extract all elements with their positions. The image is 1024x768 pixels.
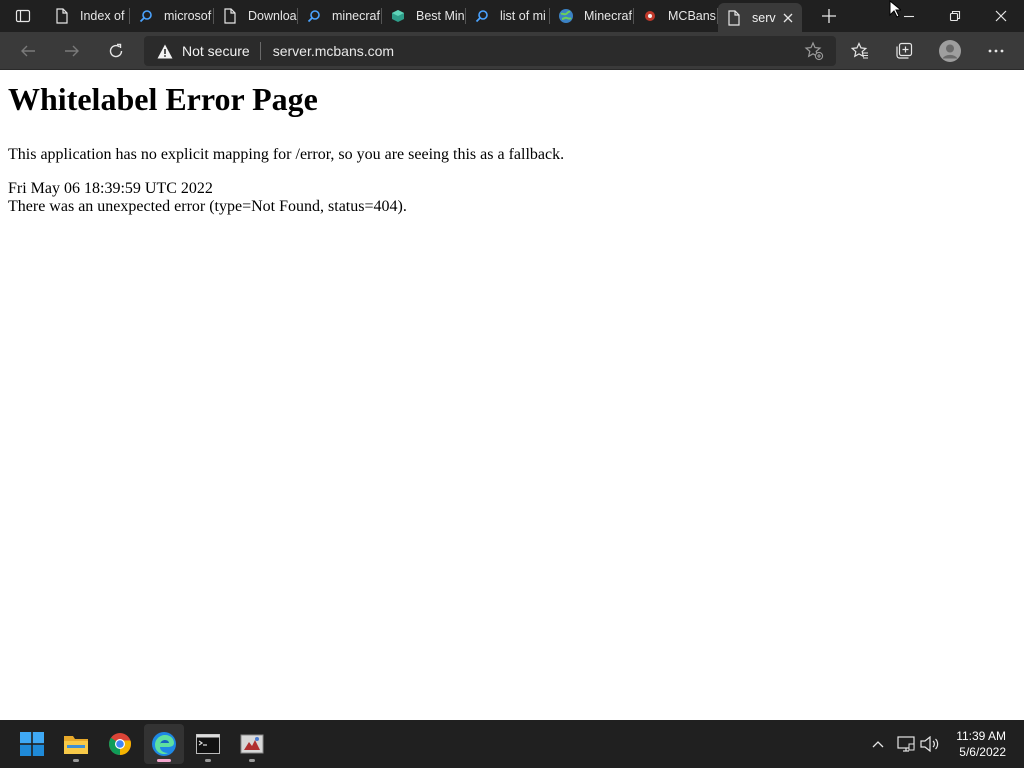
error-timestamp: Fri May 06 18:39:59 UTC 2022 bbox=[8, 180, 213, 197]
plus-icon bbox=[822, 9, 836, 23]
address-divider bbox=[259, 42, 261, 60]
refresh-button[interactable] bbox=[102, 37, 130, 65]
tab-title: list of mi bbox=[500, 9, 546, 23]
network-button[interactable] bbox=[896, 734, 916, 754]
clock-date: 5/6/2022 bbox=[959, 745, 1006, 759]
collections-icon bbox=[896, 42, 913, 59]
security-status-label[interactable]: Not secure bbox=[182, 43, 250, 59]
tab-title: microsof bbox=[164, 9, 212, 23]
active-app-indicator bbox=[157, 759, 171, 762]
edge-button[interactable] bbox=[144, 724, 184, 764]
error-details: Fri May 06 18:39:59 UTC 2022 There was a… bbox=[8, 180, 1016, 216]
edge-icon bbox=[152, 732, 176, 756]
chrome-icon bbox=[109, 733, 132, 755]
mcbans-icon bbox=[642, 8, 658, 24]
terminal-button[interactable] bbox=[188, 724, 228, 764]
running-indicator bbox=[249, 759, 255, 762]
pinned-app-button[interactable] bbox=[232, 724, 272, 764]
globe-icon bbox=[558, 8, 574, 24]
forward-arrow-icon bbox=[65, 45, 79, 57]
more-dots-icon bbox=[988, 49, 1004, 53]
tab-title: Index of bbox=[80, 9, 125, 23]
favorites-button[interactable] bbox=[846, 37, 874, 65]
chevron-up-icon bbox=[872, 741, 884, 748]
file-explorer-icon bbox=[64, 736, 88, 754]
error-message: This application has no explicit mapping… bbox=[8, 146, 565, 163]
profile-button[interactable] bbox=[936, 37, 964, 65]
network-icon bbox=[897, 736, 915, 752]
search-icon bbox=[306, 8, 322, 24]
page-title: Whitelabel Error Page bbox=[8, 81, 318, 117]
back-arrow-icon bbox=[21, 45, 35, 57]
close-tab-icon[interactable] bbox=[780, 10, 796, 26]
show-hidden-icons-button[interactable] bbox=[868, 734, 888, 754]
tab-title: Minecraf bbox=[584, 9, 632, 23]
tab-strip: Index of microsof Downloa minecraf Best … bbox=[0, 0, 1024, 32]
running-indicator bbox=[73, 759, 79, 762]
cube-icon bbox=[390, 8, 406, 24]
minimize-icon bbox=[904, 15, 914, 18]
search-icon bbox=[138, 8, 154, 24]
close-icon bbox=[995, 10, 1007, 22]
clock-time: 11:39 AM bbox=[956, 729, 1006, 743]
tab-server-active[interactable]: serv bbox=[718, 3, 802, 32]
close-window-button[interactable] bbox=[978, 0, 1024, 32]
page-icon bbox=[222, 8, 238, 24]
new-tab-button[interactable] bbox=[818, 6, 840, 26]
forward-button[interactable] bbox=[58, 37, 86, 65]
url-text[interactable]: server.mcbans.com bbox=[273, 43, 802, 59]
error-status: There was an unexpected error (type=Not … bbox=[8, 198, 407, 215]
app-icon bbox=[240, 734, 264, 754]
chrome-button[interactable] bbox=[100, 724, 140, 764]
windows-start-icon bbox=[20, 732, 44, 756]
refresh-icon bbox=[109, 43, 123, 58]
back-button[interactable] bbox=[14, 37, 42, 65]
tab-title: MCBans bbox=[668, 9, 716, 23]
minimize-button[interactable] bbox=[886, 0, 932, 32]
tab-minecraft-site[interactable]: Minecraf bbox=[550, 0, 634, 32]
tab-downloads[interactable]: Downloa bbox=[214, 0, 298, 32]
search-icon bbox=[474, 8, 490, 24]
warning-icon[interactable] bbox=[156, 42, 174, 60]
page-content: Whitelabel Error Page This application h… bbox=[0, 71, 1024, 720]
taskbar: 11:39 AM 5/6/2022 bbox=[0, 720, 1024, 768]
running-indicator bbox=[205, 759, 211, 762]
avatar-icon bbox=[939, 40, 961, 62]
tab-minecraft-search[interactable]: minecraf bbox=[298, 0, 382, 32]
tab-index-of[interactable]: Index of bbox=[46, 0, 130, 32]
add-favorite-button[interactable] bbox=[802, 39, 826, 63]
browser-toolbar: Not secure server.mcbans.com bbox=[0, 32, 1024, 70]
tab-title: Best Min bbox=[416, 9, 465, 23]
tab-list-search[interactable]: list of mi bbox=[466, 0, 550, 32]
restore-button[interactable] bbox=[932, 0, 978, 32]
page-icon bbox=[54, 8, 70, 24]
terminal-icon bbox=[196, 734, 220, 754]
system-clock[interactable]: 11:39 AM 5/6/2022 bbox=[946, 728, 1006, 760]
favorites-icon bbox=[851, 42, 868, 59]
address-bar[interactable]: Not secure server.mcbans.com bbox=[144, 36, 836, 66]
tab-list: Index of microsof Downloa minecraf Best … bbox=[46, 0, 802, 32]
page-icon bbox=[726, 9, 742, 26]
star-add-icon bbox=[804, 41, 824, 61]
settings-more-button[interactable] bbox=[982, 37, 1010, 65]
tab-mcbans[interactable]: MCBans bbox=[634, 0, 718, 32]
volume-button[interactable] bbox=[920, 734, 940, 754]
tab-best-minecraft[interactable]: Best Min bbox=[382, 0, 466, 32]
tab-actions-button[interactable] bbox=[10, 6, 36, 26]
restore-icon bbox=[949, 10, 961, 22]
tab-title: minecraf bbox=[332, 9, 380, 23]
speaker-icon bbox=[920, 736, 939, 752]
tab-title: Downloa bbox=[248, 9, 297, 23]
tab-title: serv bbox=[752, 10, 776, 25]
file-explorer-button[interactable] bbox=[56, 724, 96, 764]
tab-microsoft-search[interactable]: microsof bbox=[130, 0, 214, 32]
tab-actions-icon bbox=[15, 9, 31, 23]
collections-button[interactable] bbox=[890, 37, 918, 65]
start-button[interactable] bbox=[12, 724, 52, 764]
